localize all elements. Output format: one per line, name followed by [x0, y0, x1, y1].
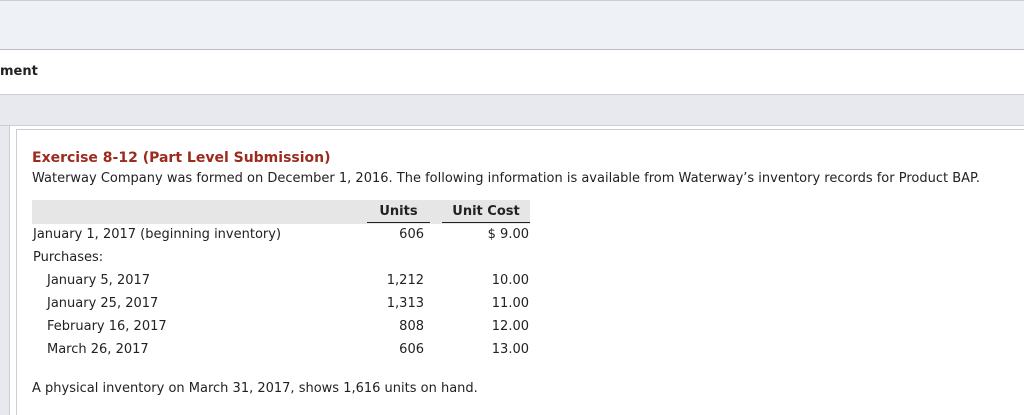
exercise-footer-note: A physical inventory on March 31, 2017, …	[32, 381, 478, 396]
row-label: January 1, 2017 (beginning inventory)	[33, 227, 282, 242]
row-label: March 26, 2017	[47, 342, 149, 357]
question-content: Exercise 8-12 (Part Level Submission) Wa…	[16, 129, 1024, 415]
table-row-purchase: February 16, 2017 808 12.00	[32, 316, 530, 339]
table-header: Units Unit Cost	[32, 200, 530, 224]
row-units: 606	[399, 342, 424, 357]
row-units: 808	[399, 319, 424, 334]
units-column-header: Units	[367, 204, 430, 223]
row-units: 606	[399, 227, 424, 242]
row-unit-cost: 13.00	[491, 342, 529, 357]
question-panel: Exercise 8-12 (Part Level Submission) Wa…	[10, 126, 1024, 415]
row-label: January 25, 2017	[47, 296, 159, 311]
row-units: 1,313	[386, 296, 424, 311]
row-unit-cost: 11.00	[491, 296, 529, 311]
exercise-intro: Waterway Company was formed on December …	[32, 171, 980, 186]
assignment-title-bar: ment	[0, 50, 1024, 94]
row-unit-cost: 10.00	[491, 273, 529, 288]
row-label: January 5, 2017	[47, 273, 151, 288]
table-row-purchases-heading: Purchases:	[32, 247, 530, 270]
section-bar	[0, 94, 1024, 126]
purchases-label: Purchases:	[33, 250, 104, 265]
top-toolbar	[0, 0, 1024, 50]
unit-cost-column-header: Unit Cost	[442, 204, 530, 223]
row-units: 1,212	[386, 273, 424, 288]
row-unit-cost: $ 9.00	[487, 227, 529, 242]
row-label: February 16, 2017	[47, 319, 167, 334]
table-row-purchase: January 25, 2017 1,313 11.00	[32, 293, 530, 316]
row-unit-cost: 12.00	[491, 319, 529, 334]
table-row-purchase: January 5, 2017 1,212 10.00	[32, 270, 530, 293]
table-row-purchase: March 26, 2017 606 13.00	[32, 339, 530, 362]
exercise-title: Exercise 8-12 (Part Level Submission)	[32, 150, 331, 166]
page-title: ment	[0, 64, 38, 79]
table-row-beginning-inventory: January 1, 2017 (beginning inventory) 60…	[32, 224, 530, 247]
left-rail	[0, 126, 10, 415]
